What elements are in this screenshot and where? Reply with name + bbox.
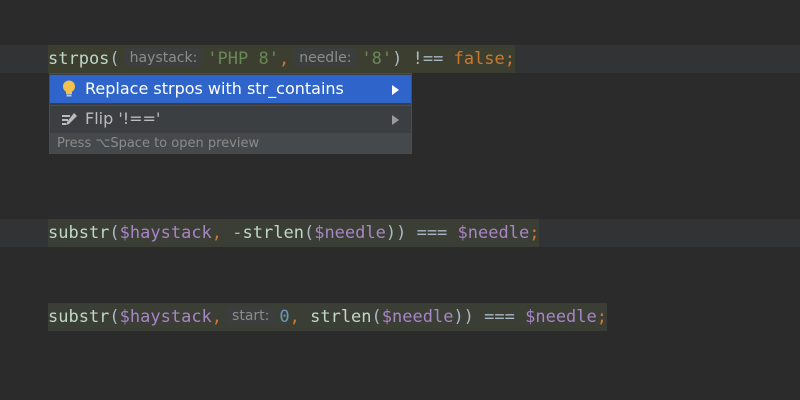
- menu-item-flip[interactable]: Flip '!==': [50, 105, 411, 133]
- function-name: strpos: [48, 49, 110, 69]
- code-line-3: substr($haystack, start: 0, strlen($needle…: [0, 303, 800, 331]
- parameter-hint-needle: needle:: [293, 48, 358, 68]
- paren: ): [392, 49, 403, 69]
- lightbulb-icon: [63, 80, 75, 97]
- parameter-hint-start: start:: [226, 306, 276, 326]
- code-line-1: strpos(haystack: 'PHP 8', needle: '8') !== …: [0, 45, 800, 73]
- menu-item-label: Flip '!==': [85, 109, 161, 128]
- code-line-2: substr($haystack, -strlen($needle)) === …: [0, 219, 800, 247]
- variable: $haystack: [119, 223, 212, 243]
- semicolon: ;: [529, 223, 540, 243]
- paren: (: [109, 307, 120, 327]
- function-name: substr: [48, 307, 110, 327]
- function-name: strlen: [310, 307, 372, 327]
- operator: -: [232, 223, 243, 243]
- popup-footer-hint: Press ⌥Space to open preview: [50, 133, 411, 154]
- variable: $needle: [457, 223, 530, 243]
- variable: $haystack: [119, 307, 212, 327]
- function-name: strlen: [242, 223, 304, 243]
- parameter-hint-haystack: haystack:: [123, 48, 204, 68]
- paren: )): [385, 223, 407, 243]
- paren: (: [109, 223, 120, 243]
- comma: ,: [211, 223, 233, 243]
- comma: ,: [289, 307, 311, 327]
- operator: !==: [402, 49, 454, 69]
- function-name: substr: [48, 223, 110, 243]
- variable: $needle: [381, 307, 454, 327]
- intention-actions-popup: Replace strpos with str_contains Flip '!…: [49, 73, 412, 154]
- comma: ,: [211, 307, 223, 327]
- menu-item-label: Replace strpos with str_contains: [85, 79, 344, 98]
- paren: )): [453, 307, 474, 327]
- string-literal: 'PHP 8': [207, 49, 279, 69]
- paren: (: [303, 223, 315, 243]
- paren: (: [109, 49, 120, 69]
- code-text[interactable]: substr($haystack, start: 0, strlen($needle…: [48, 303, 608, 331]
- comma: ,: [278, 49, 290, 69]
- variable: $needle: [314, 223, 386, 243]
- edit-pencil-icon: [62, 113, 77, 125]
- submenu-arrow-icon[interactable]: [392, 115, 399, 125]
- menu-item-replace-strpos[interactable]: Replace strpos with str_contains: [50, 75, 411, 103]
- operator: ===: [406, 223, 458, 243]
- number-literal: 0: [279, 307, 290, 327]
- semicolon: ;: [504, 49, 516, 69]
- variable: $needle: [525, 307, 597, 327]
- code-text[interactable]: strpos(haystack: 'PHP 8', needle: '8') !== …: [48, 45, 516, 73]
- keyword: false: [453, 49, 505, 69]
- string-literal: '8': [361, 49, 393, 69]
- semicolon: ;: [596, 307, 608, 327]
- submenu-arrow-icon[interactable]: [392, 85, 399, 95]
- operator: ===: [473, 307, 526, 327]
- paren: (: [371, 307, 382, 327]
- code-text[interactable]: substr($haystack, -strlen($needle)) === …: [48, 219, 540, 247]
